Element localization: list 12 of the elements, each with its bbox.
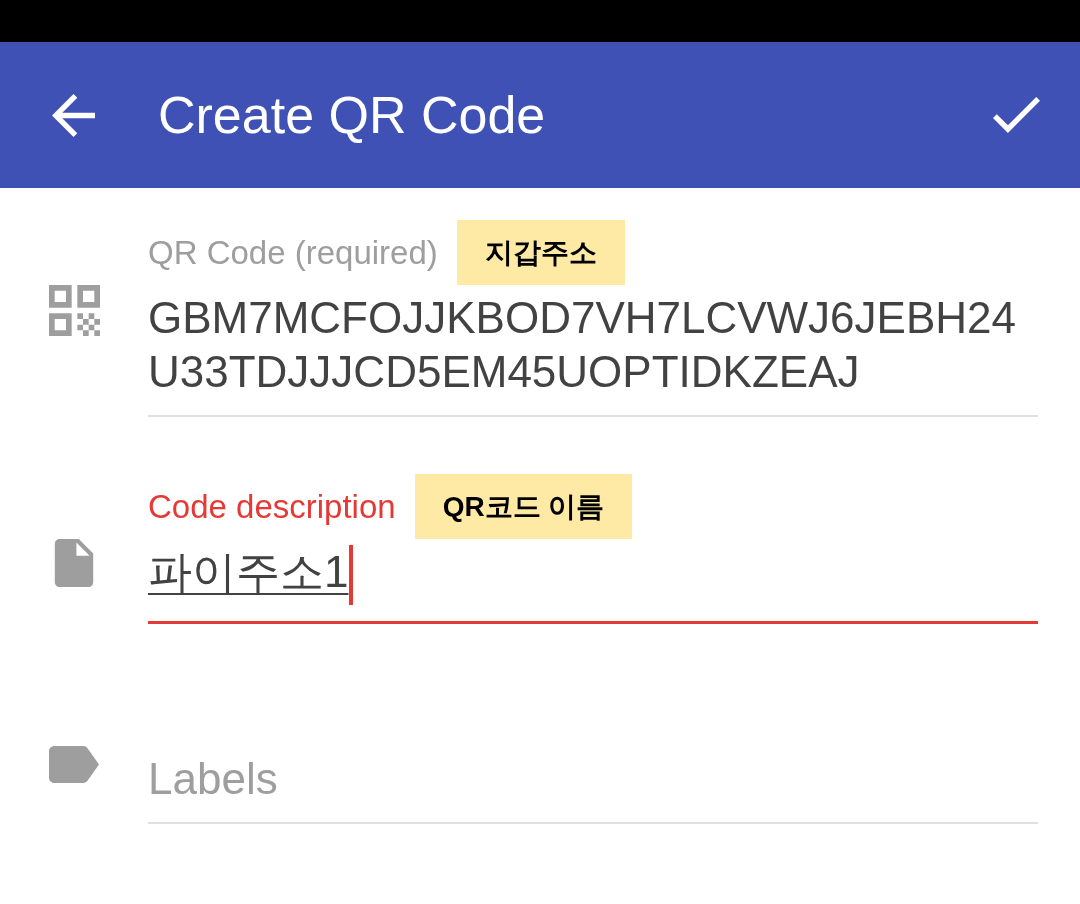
arrow-left-icon[interactable]	[52, 93, 95, 137]
tag-icon	[49, 746, 99, 784]
text-cursor	[349, 545, 354, 606]
field-label: QR Code (required)	[148, 233, 438, 272]
checkmark-icon[interactable]	[993, 97, 1040, 133]
input-field[interactable]: 파이주소1	[148, 545, 1038, 625]
annotation-note: QR코드 이름	[414, 474, 633, 539]
field-label: Code description	[148, 487, 396, 526]
annotation-note: 지갑주소	[456, 220, 625, 285]
input-field[interactable]: GBM7MCFOJJKBOD7VH7LCVWJ6JEBH24U33TDJJJCD5EM45UOPTIDKZEAJ	[148, 291, 1038, 417]
screen-title: Create QR Code	[158, 85, 547, 145]
qr-code-icon	[48, 285, 100, 336]
